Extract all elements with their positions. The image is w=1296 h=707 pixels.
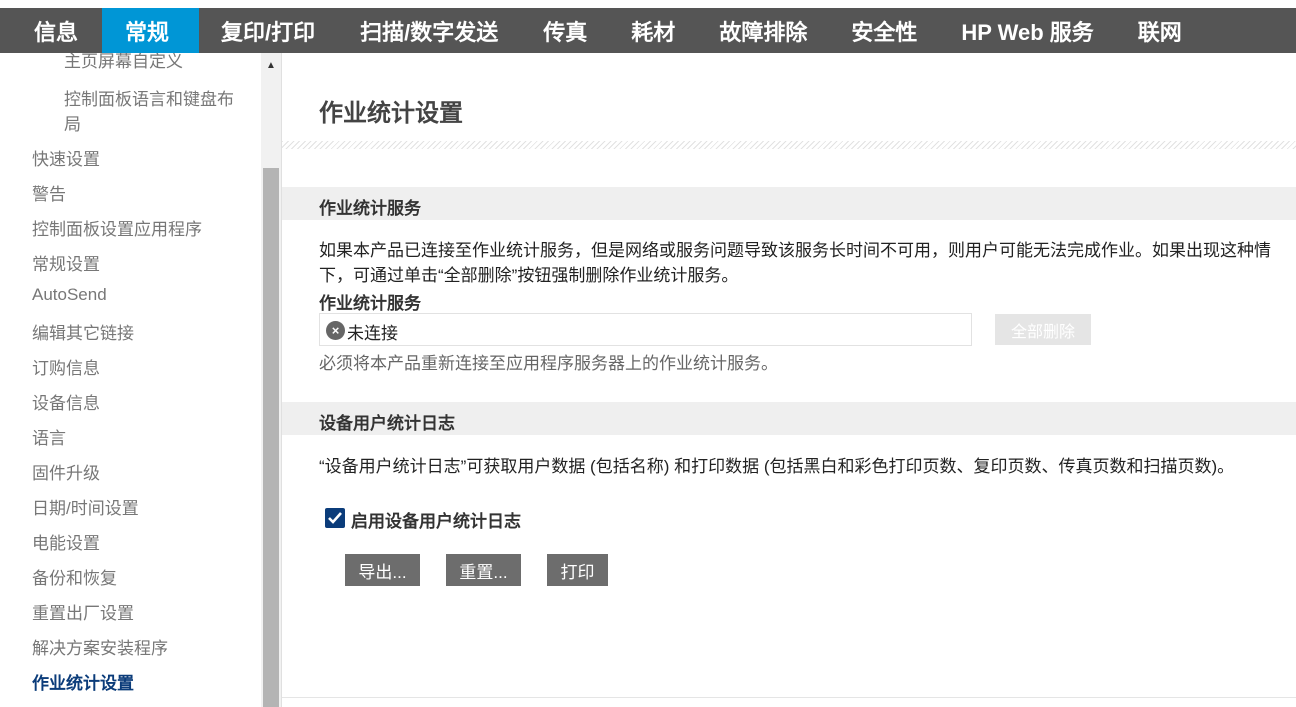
sidebar-item-control-panel-apps[interactable]: 控制面板设置应用程序	[32, 215, 202, 240]
tab-troubleshooting[interactable]: 故障排除	[697, 8, 829, 53]
sidebar-item-date-time[interactable]: 日期/时间设置	[32, 494, 139, 519]
tab-networking[interactable]: 联网	[1116, 8, 1204, 53]
sidebar-item-home-screen-customization[interactable]: 主页屏幕自定义	[64, 53, 183, 72]
sidebar-scrollbar[interactable]: ▲	[261, 53, 281, 707]
sidebar-item-edit-other-links[interactable]: 编辑其它链接	[32, 319, 134, 344]
tab-supplies[interactable]: 耗材	[609, 8, 697, 53]
tab-info[interactable]: 信息	[0, 8, 102, 53]
tab-fax[interactable]: 传真	[521, 8, 609, 53]
scroll-up-arrow-icon[interactable]: ▲	[261, 55, 281, 75]
sidebar-item-energy-settings[interactable]: 电能设置	[32, 529, 100, 554]
checkmark-icon	[328, 512, 342, 524]
sidebar-item-backup-restore[interactable]: 备份和恢复	[32, 564, 117, 589]
service-hint: 必须将本产品重新连接至应用程序服务器上的作业统计服务。	[319, 354, 778, 373]
service-status-field: × 未连接	[319, 313, 972, 346]
tab-scan-digital-send[interactable]: 扫描/数字发送	[338, 8, 521, 53]
log-description: “设备用户统计日志”可获取用户数据 (包括名称) 和打印数据 (包括黑白和彩色打…	[319, 457, 1235, 476]
sidebar-item-alerts[interactable]: 警告	[32, 180, 66, 205]
sidebar-item-language[interactable]: 语言	[32, 424, 66, 449]
sidebar-item-job-statistics-settings[interactable]: 作业统计设置	[32, 669, 134, 694]
main-content: 作业统计设置 作业统计服务 如果本产品已连接至作业统计服务，但是网络或服务问题导…	[282, 53, 1296, 707]
sidebar-item-quick-sets[interactable]: 快速设置	[32, 145, 100, 170]
tab-security[interactable]: 安全性	[829, 8, 939, 53]
sidebar-item-device-info[interactable]: 设备信息	[32, 389, 100, 414]
sidebar-item-solution-installer[interactable]: 解决方案安装程序	[32, 634, 168, 659]
disconnected-icon: ×	[326, 321, 345, 340]
tab-general[interactable]: 常规	[102, 8, 200, 53]
tab-hp-web-services[interactable]: HP Web 服务	[939, 8, 1115, 53]
enable-log-checkbox[interactable]	[325, 508, 345, 528]
sidebar-item-general-settings[interactable]: 常规设置	[32, 250, 100, 275]
sidebar-item-control-panel-language-keyboard[interactable]: 控制面板语言和键盘布	[64, 85, 234, 110]
enable-log-label[interactable]: 启用设备用户统计日志	[351, 507, 521, 532]
section-header-job-statistics-service: 作业统计服务	[282, 187, 1296, 220]
tab-copy-print[interactable]: 复印/打印	[199, 8, 338, 53]
print-button[interactable]: 打印	[547, 554, 608, 586]
sidebar: 主页屏幕自定义 控制面板语言和键盘布 局 快速设置 警告 控制面板设置应用程序 …	[0, 53, 261, 707]
page-title: 作业统计设置	[319, 100, 463, 127]
service-description-line1: 如果本产品已连接至作业统计服务，但是网络或服务问题导致该服务长时间不可用，则用户…	[319, 241, 1271, 260]
reset-button[interactable]: 重置...	[446, 554, 521, 586]
export-button[interactable]: 导出...	[345, 554, 420, 586]
sidebar-item-control-panel-language-keyboard-cont[interactable]: 局	[64, 110, 81, 135]
top-navigation: 信息 常规 复印/打印 扫描/数字发送 传真 耗材 故障排除 安全性 HP We…	[0, 8, 1296, 53]
service-status-value: 未连接	[347, 324, 398, 343]
sidebar-item-autosend[interactable]: AutoSend	[32, 285, 107, 305]
sidebar-item-firmware-upgrade[interactable]: 固件升级	[32, 459, 100, 484]
delete-all-button[interactable]: 全部删除	[995, 314, 1091, 345]
footer-divider	[282, 697, 1296, 698]
service-description-line2: 下，可通过单击“全部删除”按钮强制删除作业统计服务。	[319, 266, 739, 285]
section-title: 设备用户统计日志	[319, 414, 455, 433]
section-header-device-user-log: 设备用户统计日志	[282, 402, 1296, 435]
scrollbar-thumb[interactable]	[263, 168, 279, 707]
section-title: 作业统计服务	[319, 199, 421, 218]
title-separator	[282, 141, 1296, 149]
sidebar-item-ordering-info[interactable]: 订购信息	[32, 354, 100, 379]
sidebar-item-restore-factory[interactable]: 重置出厂设置	[32, 599, 134, 624]
service-field-label: 作业统计服务	[319, 294, 421, 313]
